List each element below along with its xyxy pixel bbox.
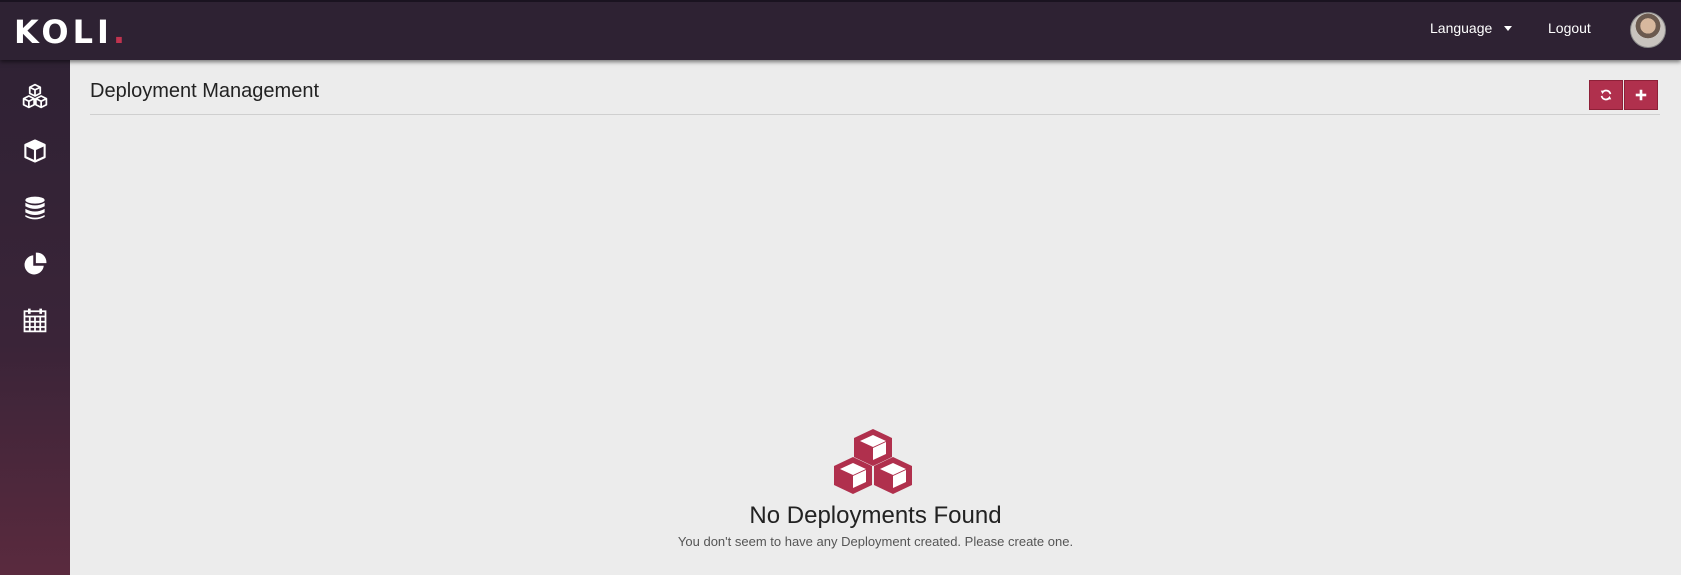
- logo-text: KOLI: [14, 13, 113, 51]
- user-avatar[interactable]: [1630, 12, 1666, 48]
- sidebar-item-metrics[interactable]: [0, 240, 70, 288]
- sidebar: [0, 60, 70, 575]
- main-content: Deployment Management No Deployments Fou…: [70, 60, 1681, 575]
- refresh-icon: [1600, 89, 1612, 101]
- database-icon: [25, 196, 45, 220]
- logout-link[interactable]: Logout: [1548, 20, 1591, 36]
- page-title: Deployment Management: [90, 80, 320, 102]
- header-divider: [90, 114, 1660, 115]
- cubes-icon: [22, 83, 48, 109]
- sidebar-item-deployments[interactable]: [0, 72, 70, 120]
- sidebar-item-calendar[interactable]: [0, 296, 70, 344]
- language-label: Language: [1430, 20, 1493, 36]
- add-deployment-button[interactable]: [1624, 80, 1658, 110]
- empty-state-title: No Deployments Found: [749, 502, 1002, 529]
- plus-icon: [1635, 89, 1647, 101]
- sidebar-item-storage[interactable]: [0, 184, 70, 232]
- refresh-button[interactable]: [1589, 80, 1623, 110]
- koli-logo[interactable]: KOLI.: [14, 14, 125, 50]
- caret-down-icon: [1504, 25, 1513, 31]
- cubes-icon: [834, 429, 912, 494]
- language-dropdown[interactable]: Language: [1430, 20, 1513, 36]
- pie-chart-icon: [24, 252, 47, 275]
- cube-icon: [24, 139, 46, 163]
- calendar-icon: [23, 308, 47, 333]
- logo-dot: .: [112, 13, 126, 51]
- top-navbar: KOLI. Language Logout: [0, 0, 1681, 60]
- sidebar-item-services[interactable]: [0, 127, 70, 175]
- empty-state-message: You don't seem to have any Deployment cr…: [677, 534, 1074, 549]
